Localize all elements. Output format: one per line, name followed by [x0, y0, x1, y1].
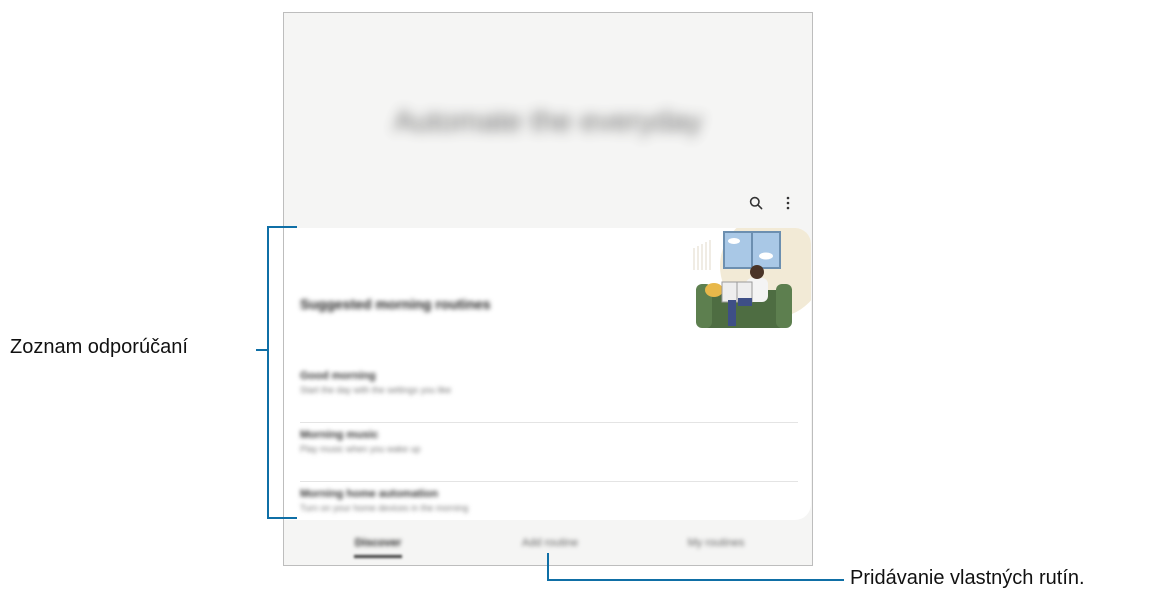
tab-my-routines[interactable]: My routines: [688, 537, 745, 549]
callout-recommendations-label: Zoznam odporúčaní: [10, 336, 188, 358]
callout-add-vertical: [547, 553, 549, 581]
callout-bracket-bottom: [267, 517, 297, 519]
tab-add-routine[interactable]: Add routine: [522, 537, 578, 549]
phone-screen: Automate the everyday Suggested morning …: [283, 12, 813, 566]
list-item-subtitle: Start the day with the settings you like: [300, 385, 452, 395]
list-item[interactable]: Morning home automation Turn on your hom…: [300, 482, 798, 520]
list-item-subtitle: Play music when you wake up: [300, 444, 421, 454]
tab-discover[interactable]: Discover: [355, 537, 401, 549]
active-tab-indicator: [354, 555, 402, 558]
toolbar: [746, 193, 798, 213]
person-reading-illustration: [693, 228, 811, 328]
search-icon: [749, 196, 763, 210]
list-item-title: Good morning: [300, 370, 376, 382]
callout-add-horizontal: [547, 579, 844, 581]
list-item-title: Morning home automation: [300, 488, 439, 500]
recommendations-card: Suggested morning routines Good morning …: [284, 228, 811, 520]
callout-bracket-vertical: [267, 226, 269, 519]
list-item[interactable]: Morning music Play music when you wake u…: [300, 423, 798, 482]
more-options-button[interactable]: [778, 193, 798, 213]
search-button[interactable]: [746, 193, 766, 213]
list-item-subtitle: Turn on your home devices in the morning: [300, 503, 469, 513]
list-item[interactable]: Good morning Start the day with the sett…: [300, 364, 798, 423]
hero-title: Automate the everyday: [393, 105, 703, 138]
more-options-icon: [786, 196, 790, 210]
callout-add-routine-label: Pridávanie vlastných rutín.: [850, 567, 1085, 589]
list-item-title: Morning music: [300, 429, 379, 441]
callout-bracket-top: [267, 226, 297, 228]
section-title: Suggested morning routines: [300, 296, 491, 312]
